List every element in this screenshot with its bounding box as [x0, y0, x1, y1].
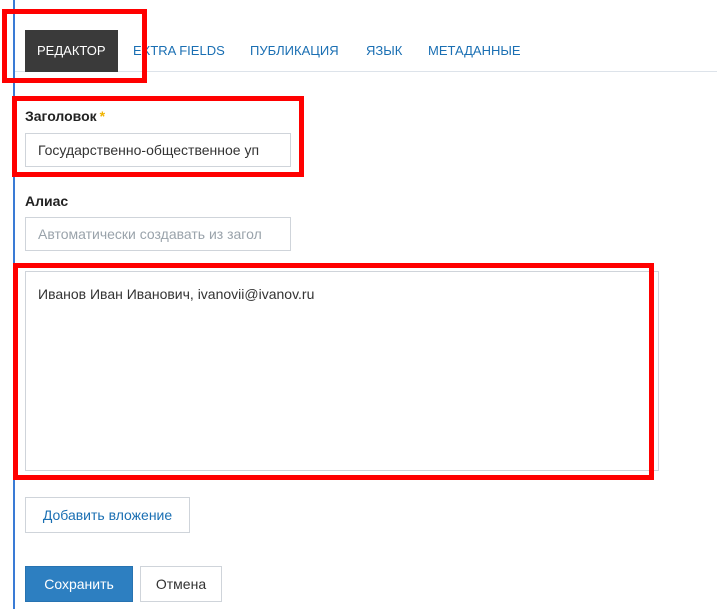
- tab-language[interactable]: ЯЗЫК: [366, 30, 402, 72]
- tab-metadata[interactable]: МЕТАДАННЫЕ: [428, 30, 521, 72]
- title-input[interactable]: [25, 133, 291, 167]
- editor-tab-bar: РЕДАКТОР EXTRA FIELDS ПУБЛИКАЦИЯ ЯЗЫК МЕ…: [15, 30, 717, 72]
- save-button[interactable]: Сохранить: [25, 566, 133, 602]
- title-label-text: Заголовок: [25, 108, 97, 124]
- cancel-button[interactable]: Отмена: [140, 566, 222, 602]
- panel-left-border: [13, 0, 15, 609]
- body-textarea[interactable]: [25, 271, 659, 471]
- alias-field-label: Алиас: [25, 193, 69, 209]
- tab-editor[interactable]: РЕДАКТОР: [25, 30, 118, 72]
- alias-input[interactable]: [25, 217, 291, 251]
- article-editor-form: РЕДАКТОР EXTRA FIELDS ПУБЛИКАЦИЯ ЯЗЫК МЕ…: [0, 0, 717, 609]
- tab-extra-fields[interactable]: EXTRA FIELDS: [133, 30, 225, 72]
- tab-publication[interactable]: ПУБЛИКАЦИЯ: [250, 30, 339, 72]
- title-field-label: Заголовок *: [25, 108, 105, 124]
- add-attachment-button[interactable]: Добавить вложение: [25, 497, 190, 533]
- required-star-icon: *: [99, 108, 106, 124]
